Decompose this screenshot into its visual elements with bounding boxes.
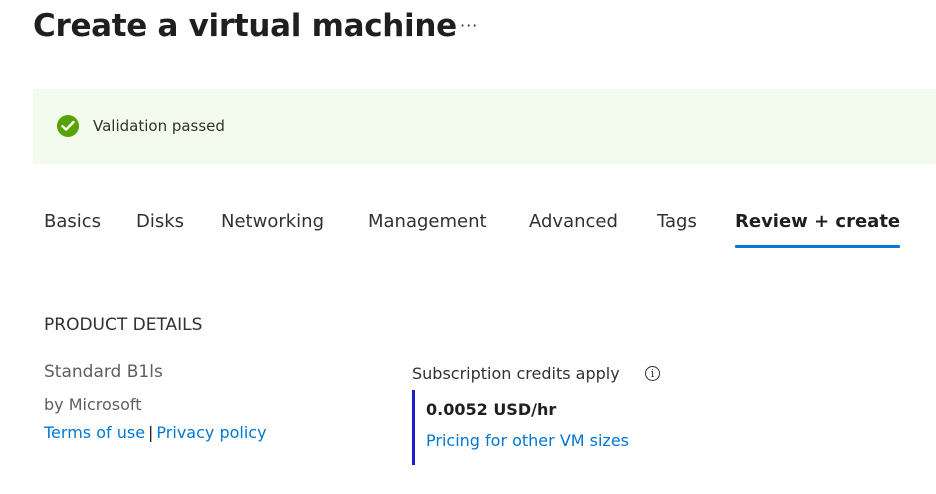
price-value: 0.0052 USD/hr xyxy=(426,400,557,419)
product-name: Standard B1ls xyxy=(44,362,163,382)
pricing-other-sizes-link[interactable]: Pricing for other VM sizes xyxy=(426,431,629,450)
page-title: Create a virtual machine xyxy=(33,8,457,44)
tab-basics[interactable]: Basics xyxy=(44,211,101,232)
more-options-button[interactable]: ··· xyxy=(460,16,478,35)
tab-advanced[interactable]: Advanced xyxy=(529,211,618,232)
checkmark-circle-icon xyxy=(57,115,79,137)
info-icon[interactable]: i xyxy=(645,366,660,381)
product-publisher: by Microsoft xyxy=(44,395,142,414)
price-accent-bar xyxy=(412,390,415,465)
subscription-credits-label: Subscription credits apply xyxy=(412,364,620,383)
terms-of-use-link[interactable]: Terms of use xyxy=(44,423,145,442)
tab-tags[interactable]: Tags xyxy=(657,211,697,232)
product-details-heading: PRODUCT DETAILS xyxy=(44,315,203,335)
validation-banner: Validation passed xyxy=(33,89,936,164)
link-separator: | xyxy=(148,423,154,442)
product-links: Terms of use | Privacy policy xyxy=(44,423,267,442)
tab-management[interactable]: Management xyxy=(368,211,487,232)
privacy-policy-link[interactable]: Privacy policy xyxy=(156,423,266,442)
tab-review-create[interactable]: Review + create xyxy=(735,211,901,248)
tab-networking[interactable]: Networking xyxy=(221,211,324,232)
tab-disks[interactable]: Disks xyxy=(136,211,184,232)
validation-status-text: Validation passed xyxy=(93,117,225,135)
